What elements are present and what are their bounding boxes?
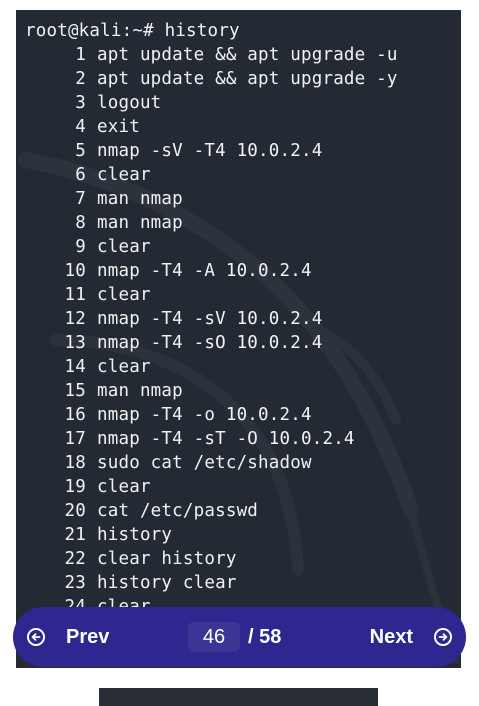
history-row: 6 clear <box>25 163 398 187</box>
history-number: 23 <box>64 573 86 593</box>
history-command: exit <box>97 117 140 137</box>
history-number: 8 <box>75 213 86 233</box>
history-row: 16 nmap -T4 -o 10.0.2.4 <box>25 403 398 427</box>
history-number: 18 <box>64 453 86 473</box>
history-row: 20 cat /etc/passwd <box>25 499 398 523</box>
history-row: 12 nmap -T4 -sV 10.0.2.4 <box>25 307 398 331</box>
history-row: 21 history <box>25 523 398 547</box>
history-command: man nmap <box>97 189 183 209</box>
history-command: sudo cat /etc/shadow <box>97 453 312 473</box>
history-row: 19 clear <box>25 475 398 499</box>
pagination-bar: Prev / 58 Next <box>13 607 466 667</box>
history-number: 6 <box>75 165 86 185</box>
history-row: 14 clear <box>25 355 398 379</box>
next-button[interactable]: Next <box>370 607 452 667</box>
history-command: cat /etc/passwd <box>97 501 259 521</box>
history-row: 1 apt update && apt upgrade -u <box>25 43 398 67</box>
history-row: 5 nmap -sV -T4 10.0.2.4 <box>25 139 398 163</box>
history-row: 11 clear <box>25 283 398 307</box>
history-number: 20 <box>64 501 86 521</box>
history-row: 9 clear <box>25 235 398 259</box>
page: root@kali:~# history 1 apt update && apt … <box>0 0 479 706</box>
history-number: 15 <box>64 381 86 401</box>
history-command: nmap -T4 -sV 10.0.2.4 <box>97 309 323 329</box>
history-command: man nmap <box>97 213 183 233</box>
history-number: 21 <box>64 525 86 545</box>
history-command: logout <box>97 93 162 113</box>
history-number: 7 <box>75 189 86 209</box>
terminal-prompt: root@kali:~# history <box>25 21 240 41</box>
history-command: apt update && apt upgrade -y <box>97 69 398 89</box>
history-command: clear <box>97 477 151 497</box>
history-number: 9 <box>75 237 86 257</box>
history-command: man nmap <box>97 381 183 401</box>
history-row: 15 man nmap <box>25 379 398 403</box>
prev-button[interactable]: Prev <box>27 607 109 667</box>
page-counter: / 58 <box>188 621 281 653</box>
history-row: 13 nmap -T4 -sO 10.0.2.4 <box>25 331 398 355</box>
history-number: 2 <box>75 69 86 89</box>
history-number: 11 <box>64 285 86 305</box>
history-command: clear <box>97 285 151 305</box>
history-row: 10 nmap -T4 -A 10.0.2.4 <box>25 259 398 283</box>
history-number: 16 <box>64 405 86 425</box>
history-number: 1 <box>75 45 86 65</box>
history-number: 3 <box>75 93 86 113</box>
history-number: 12 <box>64 309 86 329</box>
history-command: nmap -T4 -sO 10.0.2.4 <box>97 333 323 353</box>
next-page-thumbnail <box>99 688 378 706</box>
history-number: 4 <box>75 117 86 137</box>
history-command: nmap -sV -T4 10.0.2.4 <box>97 141 323 161</box>
terminal-screenshot: root@kali:~# history 1 apt update && apt … <box>16 10 461 668</box>
history-command: history <box>97 525 173 545</box>
history-number: 5 <box>75 141 86 161</box>
next-label: Next <box>369 625 413 648</box>
history-row: 23 history clear <box>25 571 398 595</box>
history-number: 19 <box>64 477 86 497</box>
history-row: 22 clear history <box>25 547 398 571</box>
history-command: nmap -T4 -A 10.0.2.4 <box>97 261 312 281</box>
page-total: / 58 <box>248 625 282 648</box>
history-row: 2 apt update && apt upgrade -y <box>25 67 398 91</box>
history-number: 10 <box>64 261 86 281</box>
arrow-right-circle-icon <box>434 628 452 646</box>
history-command: clear <box>97 357 151 377</box>
history-number: 13 <box>64 333 86 353</box>
history-number: 17 <box>64 429 86 449</box>
history-command: nmap -T4 -sT -O 10.0.2.4 <box>97 429 355 449</box>
history-row: 18 sudo cat /etc/shadow <box>25 451 398 475</box>
history-number: 14 <box>64 357 86 377</box>
history-command: clear <box>97 237 151 257</box>
history-row: 3 logout <box>25 91 398 115</box>
page-number-input[interactable] <box>188 622 240 652</box>
history-row: 7 man nmap <box>25 187 398 211</box>
history-command: apt update && apt upgrade -u <box>97 45 398 65</box>
arrow-left-circle-icon <box>27 628 45 646</box>
history-number: 22 <box>64 549 86 569</box>
history-command: history clear <box>97 573 237 593</box>
history-command: clear <box>97 165 151 185</box>
prev-label: Prev <box>66 625 110 648</box>
history-command: nmap -T4 -o 10.0.2.4 <box>97 405 312 425</box>
history-row: 8 man nmap <box>25 211 398 235</box>
history-command: clear history <box>97 549 237 569</box>
history-row: 4 exit <box>25 115 398 139</box>
history-list: 1 apt update && apt upgrade -u 2 apt update… <box>25 43 398 619</box>
history-row: 17 nmap -T4 -sT -O 10.0.2.4 <box>25 427 398 451</box>
